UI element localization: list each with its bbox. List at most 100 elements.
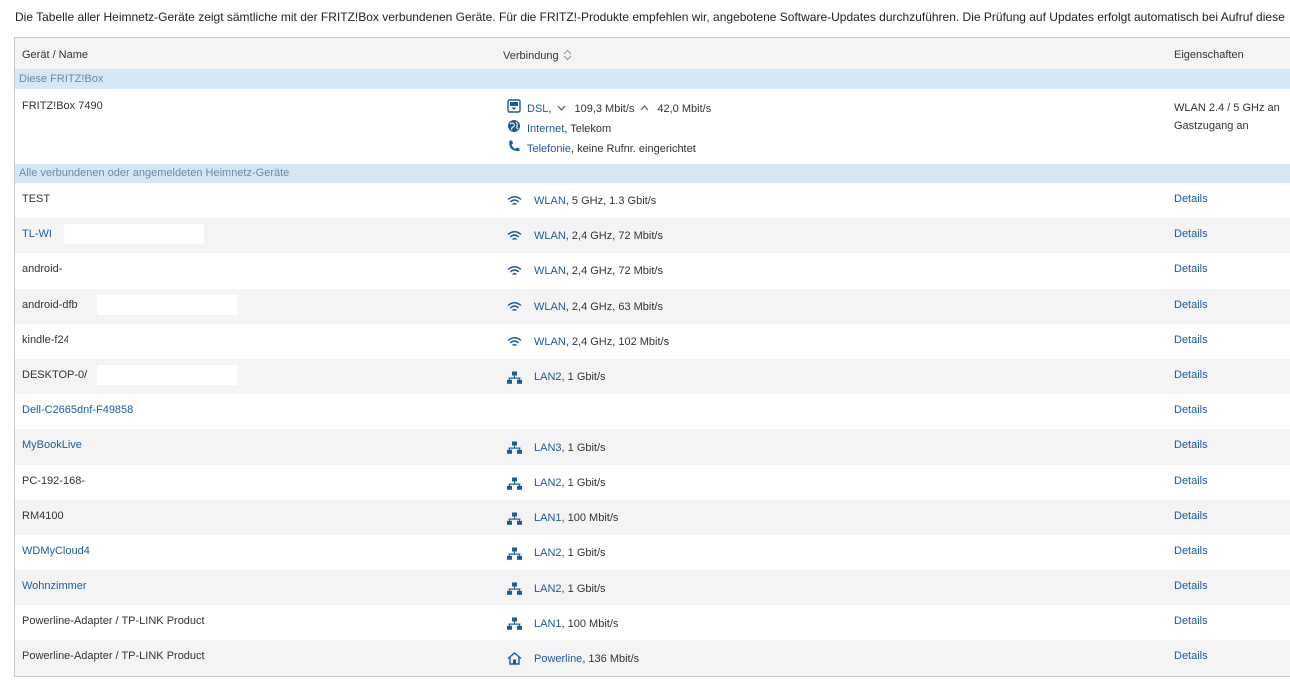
details-link[interactable]: Details: [1174, 475, 1208, 487]
device-name: DESKTOP-0/: [22, 368, 88, 381]
chevron-down-icon: [557, 99, 572, 119]
wifi-icon: [507, 230, 528, 242]
internet-line: Internet , Telekom: [507, 119, 711, 139]
table-row: MyBookLive LAN3, 1 Gbit/s Details: [15, 429, 1290, 465]
connection-link[interactable]: LAN2: [534, 371, 562, 383]
table-row: android-dfb WLAN, 2,4 GHz, 63 Mbit/s Detai…: [15, 288, 1290, 324]
details-link[interactable]: Details: [1174, 369, 1208, 381]
connection-detail: , 2,4 GHz, 63 Mbit/s: [565, 300, 663, 313]
telefonie-link[interactable]: Telefonie: [527, 139, 571, 159]
connection-link[interactable]: LAN2: [534, 547, 562, 559]
connection-link[interactable]: LAN1: [534, 512, 562, 524]
device-connection: LAN2, 1 Gbit/s: [507, 371, 606, 384]
details-link[interactable]: Details: [1174, 228, 1208, 240]
details-link[interactable]: Details: [1174, 404, 1208, 416]
device-name[interactable]: TL-WI: [22, 228, 52, 240]
device-connection: WLAN, 5 GHz, 1.3 Gbit/s: [507, 195, 656, 207]
device-name: android-: [22, 263, 63, 276]
header-connection[interactable]: Verbindung: [503, 49, 572, 64]
sort-icon[interactable]: [563, 49, 572, 64]
fritzbox-properties: WLAN 2.4 / 5 GHz an Gastzugang an: [1174, 99, 1280, 135]
connection-detail: , 100 Mbit/s: [561, 512, 619, 525]
device-name: PC-192-168-: [22, 474, 85, 487]
connection-link[interactable]: LAN1: [534, 618, 562, 630]
details-link[interactable]: Details: [1174, 650, 1208, 662]
details-link[interactable]: Details: [1174, 263, 1208, 275]
fritzbox-row: FRITZ!Box 7490 DSL , 109,3 Mbit/s 42,0 M…: [15, 89, 1290, 164]
table-row: kindle-f24(WLAN, 2,4 GHz, 102 Mbit/s Deta…: [15, 323, 1290, 359]
device-name[interactable]: WDMyCloud4: [22, 545, 90, 557]
chevron-up-icon: [640, 99, 655, 119]
details-link[interactable]: Details: [1174, 334, 1208, 346]
redaction-block: [68, 329, 248, 350]
table-row: TEST WLAN, 5 GHz, 1.3 Gbit/s Details: [15, 183, 1290, 219]
table-row: TL-WI WLAN, 2,4 GHz, 72 Mbit/s Details: [15, 218, 1290, 254]
device-connection: LAN2, 1 Gbit/s: [507, 547, 606, 560]
device-connection: WLAN, 2,4 GHz, 63 Mbit/s: [507, 301, 663, 313]
redaction-block: [79, 259, 239, 280]
details-link[interactable]: Details: [1174, 193, 1208, 205]
device-table: Gerät / Name Verbindung Eigenschaften Di…: [14, 37, 1290, 677]
dsl-link[interactable]: DSL: [527, 99, 548, 119]
internet-detail: , Telekom: [564, 123, 612, 135]
details-link[interactable]: Details: [1174, 615, 1208, 627]
telefonie-line: Telefonie , keine Rufnr. eingerichtet: [507, 139, 711, 159]
details-link[interactable]: Details: [1174, 510, 1208, 522]
details-link[interactable]: Details: [1174, 545, 1208, 557]
table-row: DESKTOP-0/LAN2, 1 Gbit/s Details: [15, 358, 1290, 395]
powerline-icon: [507, 652, 528, 666]
device-name: TEST: [22, 193, 51, 205]
connection-link[interactable]: Powerline: [534, 653, 582, 665]
table-row: RM4100 LAN1, 100 Mbit/s Details: [15, 499, 1290, 535]
connection-detail: , 2,4 GHz, 72 Mbit/s: [565, 230, 663, 243]
connection-detail: , 5 GHz, 1.3 Gbit/s: [565, 195, 657, 207]
details-link[interactable]: Details: [1174, 580, 1208, 592]
dsl-down: 109,3 Mbit/s: [574, 103, 635, 115]
wifi-icon: [507, 336, 528, 348]
connection-link[interactable]: LAN3: [534, 442, 562, 454]
header-name[interactable]: Gerät / Name: [22, 49, 88, 61]
fritzbox-connection: DSL , 109,3 Mbit/s 42,0 Mbit/s Internet …: [507, 98, 712, 159]
internet-link[interactable]: Internet: [527, 119, 564, 139]
device-connection: LAN2, 1 Gbit/s: [507, 477, 606, 490]
connection-detail: , 1 Gbit/s: [561, 441, 606, 454]
connection-detail: , 1 Gbit/s: [561, 371, 606, 384]
device-name: Powerline-Adapter / TP-LINK Product: [22, 615, 205, 628]
connection-detail: , 2,4 GHz, 102 Mbit/s: [565, 335, 670, 348]
connection-link[interactable]: LAN2: [534, 583, 562, 595]
connection-link[interactable]: WLAN: [534, 195, 566, 207]
details-link[interactable]: Details: [1174, 439, 1208, 451]
lan-icon: [507, 617, 528, 631]
connection-detail: , 1 Gbit/s: [561, 477, 606, 489]
prop-wlan: WLAN 2.4 / 5 GHz an: [1174, 102, 1280, 114]
redaction-block: [97, 364, 237, 385]
device-name[interactable]: Wohnzimmer: [22, 580, 87, 592]
device-name[interactable]: Dell-C2665dnf-F49858: [22, 404, 133, 416]
wifi-icon: [507, 265, 528, 277]
phone-icon: [507, 139, 527, 160]
device-connection: LAN1, 100 Mbit/s: [507, 512, 618, 525]
device-connection: WLAN, 2,4 GHz, 102 Mbit/s: [507, 336, 669, 348]
dsl-up: 42,0 Mbit/s: [657, 103, 712, 115]
lan-icon: [507, 582, 528, 595]
lan-icon: [507, 371, 528, 384]
connection-detail: , 100 Mbit/s: [561, 617, 619, 630]
connection-detail: , 1 Gbit/s: [561, 582, 606, 595]
details-link[interactable]: Details: [1174, 299, 1208, 311]
fritzbox-name: FRITZ!Box 7490: [22, 100, 103, 112]
connection-link[interactable]: WLAN: [534, 265, 566, 277]
table-row: Wohnzimmer LAN2, 1 Gbit/s Details: [15, 570, 1290, 606]
connection-link[interactable]: WLAN: [534, 336, 566, 348]
device-list: TEST WLAN, 5 GHz, 1.3 Gbit/s Details TL-WI W…: [15, 183, 1290, 676]
connection-link[interactable]: WLAN: [534, 230, 566, 242]
connection-link[interactable]: WLAN: [534, 301, 566, 313]
connection-link[interactable]: LAN2: [534, 477, 562, 489]
table-row: Powerline-Adapter / TP-LINK Product LAN1,…: [15, 605, 1290, 641]
section-this-box: Diese FRITZ!Box: [15, 70, 1290, 89]
connection-detail: , 136 Mbit/s: [582, 652, 640, 665]
lan-icon: [507, 477, 528, 490]
device-name: RM4100: [22, 509, 64, 522]
device-connection: WLAN, 2,4 GHz, 72 Mbit/s: [507, 265, 663, 277]
device-connection: LAN2, 1 Gbit/s: [507, 582, 606, 595]
device-name[interactable]: MyBookLive: [22, 439, 82, 451]
